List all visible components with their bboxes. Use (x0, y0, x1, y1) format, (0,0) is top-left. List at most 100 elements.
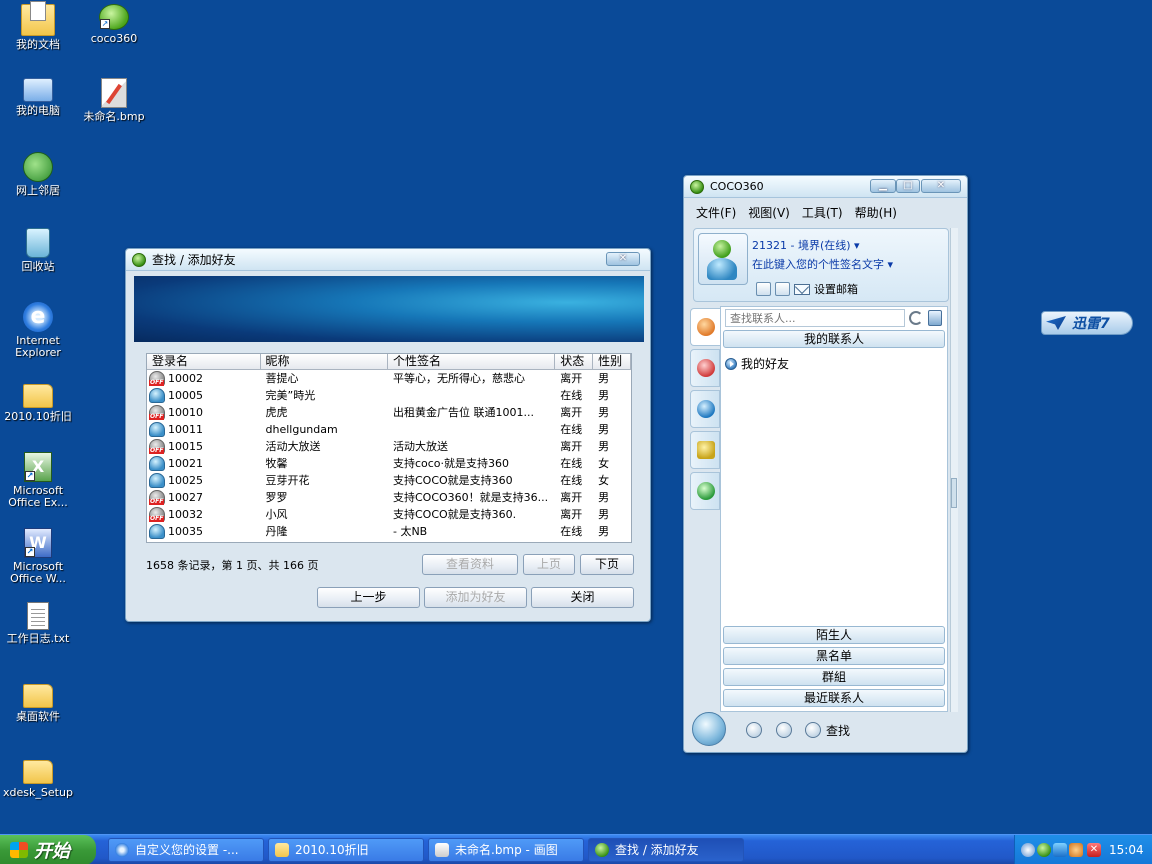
table-row[interactable]: 10025 豆芽开花 支持COCO就是支持360 在线 女 (147, 472, 631, 489)
column-header-nickname[interactable]: 昵称 (261, 354, 388, 369)
table-row[interactable]: 10002 菩提心 平等心，无所得心，慈悲心 离开 男 (147, 370, 631, 387)
maximize-button[interactable]: □ (896, 179, 920, 193)
search-icon[interactable] (805, 722, 821, 738)
desktop-icon-desktop-software[interactable]: 桌面软件 (0, 678, 76, 723)
close-button[interactable]: 关闭 (531, 587, 634, 608)
login-id: 10032 (168, 508, 203, 521)
column-header-status[interactable]: 状态 (555, 354, 594, 369)
minimize-button[interactable]: ▁ (870, 179, 896, 193)
trash-icon[interactable] (928, 310, 942, 326)
my-documents-icon (21, 1, 55, 36)
cell-nickname: 活动大放送 (265, 440, 321, 453)
close-window-button[interactable]: ✕ (606, 252, 640, 266)
column-header-signature[interactable]: 个性签名 (388, 354, 556, 369)
group-my-contacts[interactable]: 我的联系人 (723, 330, 945, 348)
back-button[interactable]: 上一步 (317, 587, 420, 608)
gear-icon[interactable] (746, 722, 762, 738)
desktop-icon-worklog[interactable]: 工作日志.txt (0, 602, 76, 645)
network-icon (23, 152, 53, 182)
tab-messages[interactable] (690, 431, 720, 469)
taskbar-item-ie[interactable]: 自定义您的设置 -... (108, 838, 264, 862)
desktop-icon-network[interactable]: 网上邻居 (0, 152, 76, 197)
taskbar-item-paint[interactable]: 未命名.bmp - 画图 (428, 838, 584, 862)
table-row[interactable]: 10032 小风 支持COCO就是支持360. 离开 男 (147, 506, 631, 523)
group-recent[interactable]: 最近联系人 (723, 689, 945, 707)
desktop-icon-xdesk-setup[interactable]: xdesk_Setup (0, 754, 76, 799)
desktop-icon-my-computer[interactable]: 我的电脑 (0, 78, 76, 117)
settings-icon[interactable] (775, 282, 790, 296)
coco-window-titlebar[interactable]: COCO360 ▁ □ ✕ (684, 176, 967, 198)
start-button[interactable]: 开始 (0, 835, 96, 864)
search-contacts-input[interactable] (725, 309, 905, 327)
desktop-icon-coco360[interactable]: ↗ coco360 (76, 4, 152, 45)
group-groups[interactable]: 群組 (723, 668, 945, 686)
coco-menu-orb[interactable] (692, 712, 726, 746)
menu-file[interactable]: 文件(F) (696, 204, 736, 221)
cell-nickname: 菩提心 (265, 372, 299, 385)
side-scrollbar[interactable] (950, 228, 958, 712)
taskbar-item-find-friend[interactable]: 查找 / 添加好友 (588, 838, 744, 862)
desktop-icon-word[interactable]: W ↗ Microsoft Office W... (0, 528, 76, 585)
avatar[interactable] (698, 233, 748, 285)
360-tray-icon[interactable]: ✕ (1087, 843, 1101, 857)
view-profile-button[interactable]: 查看资料 (422, 554, 518, 575)
desktop-icon-my-documents[interactable]: 我的文档 (0, 1, 76, 51)
login-id: 10021 (168, 457, 203, 470)
online-status-icon (149, 524, 165, 539)
taskbar-item-folder[interactable]: 2010.10折旧 (268, 838, 424, 862)
table-row[interactable]: 10005 完美”時光 在线 男 (147, 387, 631, 404)
desktop-icon-label: 网上邻居 (16, 184, 60, 197)
menu-view[interactable]: 视图(V) (748, 204, 790, 221)
xunlei-float-widget[interactable]: 迅雷7 (1041, 311, 1133, 335)
table-row[interactable]: 10021 牧馨 支持coco·就是支持360 在线 女 (147, 455, 631, 472)
coco360-icon (690, 179, 704, 194)
table-row[interactable]: 10027 罗罗 支持COCO360！就是支持36... 离开 男 (147, 489, 631, 506)
table-row[interactable]: 10011 dhellgundam 在线 男 (147, 421, 631, 438)
tab-contacts[interactable] (690, 308, 720, 346)
user-status[interactable]: 21321 - 境界(在线) ▾ (752, 237, 860, 253)
cell-login: 10002 (147, 370, 261, 387)
online-status-icon (149, 388, 165, 403)
edit-profile-icon[interactable] (756, 282, 771, 296)
set-mailbox-link[interactable]: 设置邮箱 (814, 281, 858, 297)
prev-page-button[interactable]: 上页 (523, 554, 575, 575)
friends-group[interactable]: 我的好友 (725, 355, 789, 372)
desktop-icon-excel[interactable]: X ↗ Microsoft Office Ex... (0, 452, 76, 509)
find-window-titlebar[interactable]: 查找 / 添加好友 ✕ (126, 249, 650, 271)
menu-help[interactable]: 帮助(H) (855, 204, 897, 221)
menu-tools[interactable]: 工具(T) (802, 204, 843, 221)
network-tray-icon[interactable] (1053, 843, 1067, 857)
tray-arrow-icon[interactable] (1021, 843, 1035, 857)
coco360-tray-icon[interactable] (1037, 843, 1051, 857)
close-window-button[interactable]: ✕ (921, 179, 961, 193)
table-row[interactable]: 10010 虎虎 出租黄金广告位 联通1001... 离开 男 (147, 404, 631, 421)
group-strangers[interactable]: 陌生人 (723, 626, 945, 644)
desktop-icon-bmp[interactable]: 未命名.bmp (76, 78, 152, 123)
add-friend-button[interactable]: 添加为好友 (424, 587, 527, 608)
desktop-icon-folder-2010[interactable]: 2010.10折旧 (0, 378, 76, 423)
refresh-icon[interactable] (909, 311, 923, 325)
tab-groups[interactable] (690, 349, 720, 387)
tab-apps[interactable] (690, 472, 720, 510)
desktop-icon-ie[interactable]: e Internet Explorer (0, 302, 76, 359)
column-header-login[interactable]: 登录名 (147, 354, 261, 369)
desktop-icon-recycle-bin[interactable]: 回收站 (0, 228, 76, 273)
table-row[interactable]: 10035 丹隆 - 太NB 在线 男 (147, 523, 631, 540)
cell-nickname: dhellgundam (265, 423, 338, 436)
sound-icon[interactable] (776, 722, 792, 738)
cell-login: 10011 (147, 421, 261, 438)
offline-status-icon (149, 405, 165, 420)
table-row[interactable]: 10015 活动大放送 活动大放送 离开 男 (147, 438, 631, 455)
signature-input[interactable]: 在此键入您的个性签名文字 ▾ (752, 256, 893, 272)
column-header-gender[interactable]: 性别 (593, 354, 632, 369)
group-blacklist[interactable]: 黑名单 (723, 647, 945, 665)
collapse-handle[interactable] (951, 478, 957, 508)
tab-chat[interactable] (690, 390, 720, 428)
recycle-bin-icon (26, 228, 50, 258)
mail-icon[interactable] (794, 283, 810, 295)
next-page-button[interactable]: 下页 (580, 554, 634, 575)
desktop-icon-label: Microsoft Office W... (10, 560, 66, 585)
cell-gender: 女 (598, 474, 610, 487)
find-button[interactable]: 查找 (826, 722, 850, 739)
qq-tray-icon[interactable] (1069, 843, 1083, 857)
